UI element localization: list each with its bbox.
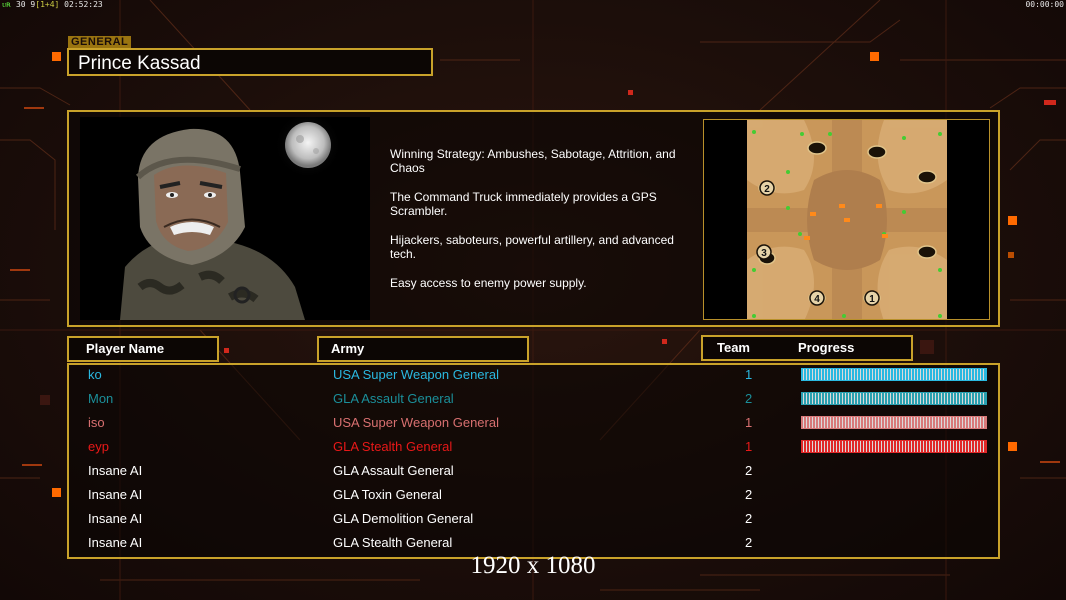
player-team: 1 [745,367,753,382]
fps-value: 30 [15,0,26,9]
player-army: GLA Assault General [333,463,454,478]
frame-extra: [1+4] [35,0,60,9]
player-army: GLA Stealth General [333,439,453,454]
player-army: USA Super Weapon General [333,415,499,430]
player-team: 2 [745,511,753,526]
player-row: iso USA Super Weapon General 1 [69,411,1002,435]
player-name: eyp [88,439,109,454]
player-team: 2 [745,391,753,406]
description-line: Easy access to enemy power supply. [390,276,587,290]
player-army: GLA Demolition General [333,511,474,526]
map-preview[interactable]: 1 2 3 4 [703,119,990,320]
player-progress-bar [801,368,987,381]
player-row: eyp GLA Stealth General 1 [69,435,1002,459]
game-timer: 00:00:00 [1025,0,1064,9]
header-army: Army [317,336,529,362]
map-start-3: 3 [761,248,767,259]
map-start-4: 4 [814,294,820,305]
player-row: Insane AI GLA Demolition General 2 [69,507,1002,531]
player-row: Mon GLA Assault General 2 [69,387,1002,411]
header-player-name-label: Player Name [86,341,165,356]
general-name: Prince Kassad [67,48,433,76]
player-army: USA Super Weapon General [333,367,499,382]
player-team: 1 [745,415,753,430]
player-name: Insane AI [88,463,143,478]
player-list: ko USA Super Weapon General 1 Mon GLA Assaul… [67,363,1000,559]
player-team: 2 [745,487,753,502]
player-team: 2 [745,463,753,478]
fps-label: ᴜʀ [2,0,12,9]
player-row: Insane AI GLA Assault General 2 [69,459,1002,483]
description-line: Winning Strategy: Ambushes, Sabotage, At… [390,147,676,175]
description-line: The Command Truck immediately provides a… [390,190,657,218]
general-tag: GENERAL [68,36,132,48]
player-team: 1 [745,439,753,454]
player-army: GLA Assault General [333,391,454,406]
player-row: Insane AI GLA Toxin General 2 [69,483,1002,507]
resolution-label: 1920 x 1080 [470,552,596,579]
header-progress-label: Progress [798,340,855,355]
player-name: Insane AI [88,511,143,526]
player-progress-bar [801,440,987,453]
player-row: ko USA Super Weapon General 1 [69,363,1002,387]
player-name: ko [88,367,102,382]
header-player-name: Player Name [67,336,219,362]
map-start-1: 1 [869,294,875,305]
description-line: Hijackers, saboteurs, powerful artillery… [390,233,674,261]
header-team-progress: Team Progress [701,335,913,361]
player-name: iso [88,415,105,430]
header-army-label: Army [331,341,365,356]
player-army: GLA Toxin General [333,487,442,502]
header-team-label: Team [717,340,750,355]
player-progress-bar [801,392,987,405]
clock: 02:52:23 [64,0,103,9]
map-start-2: 2 [764,184,770,195]
fps-counter: ᴜʀ 30 9[1+4] 02:52:23 [2,0,103,9]
general-portrait [80,117,370,320]
player-progress-bar [801,416,987,429]
player-name: Mon [88,391,114,406]
player-name: Insane AI [88,487,143,502]
general-description: Winning Strategy: Ambushes, Sabotage, At… [390,147,695,305]
